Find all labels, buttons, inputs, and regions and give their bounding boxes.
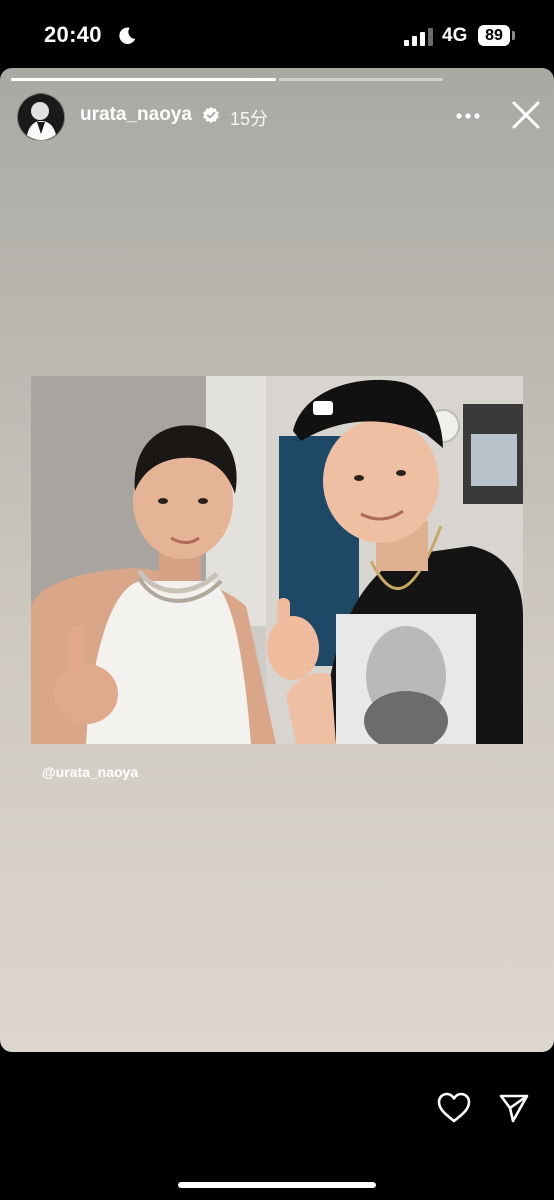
- avatar[interactable]: [17, 93, 65, 141]
- story-username[interactable]: urata_naoya: [80, 104, 192, 126]
- send-icon[interactable]: [498, 1092, 530, 1124]
- status-bar: 20:40 4G 89: [0, 0, 554, 68]
- story-mention[interactable]: @urata_naoya: [42, 764, 138, 780]
- story-progress-fill-1: [11, 78, 276, 81]
- story-screen: 20:40 4G 89 urata_naoya 15分 @urata_naoya: [0, 0, 554, 1200]
- battery-tip: [512, 31, 515, 40]
- home-indicator[interactable]: [178, 1182, 376, 1188]
- shared-photo: [31, 376, 523, 744]
- story-card[interactable]: urata_naoya 15分 @urata_naoya: [0, 68, 554, 1052]
- heart-icon[interactable]: [437, 1092, 471, 1124]
- battery-indicator: 89: [478, 25, 510, 46]
- verified-icon: [203, 106, 219, 124]
- close-icon[interactable]: [511, 100, 541, 130]
- story-progress-segment-1: [11, 78, 276, 81]
- network-label: 4G: [442, 25, 468, 46]
- photo-illustration: [31, 376, 523, 744]
- avatar-image: [18, 94, 64, 140]
- story-progress-segment-2: [279, 78, 443, 81]
- signal-icon: [404, 28, 433, 46]
- more-icon[interactable]: [455, 112, 481, 120]
- status-time: 20:40: [44, 22, 102, 47]
- story-timestamp: 15分: [230, 109, 269, 129]
- moon-icon: [119, 27, 136, 44]
